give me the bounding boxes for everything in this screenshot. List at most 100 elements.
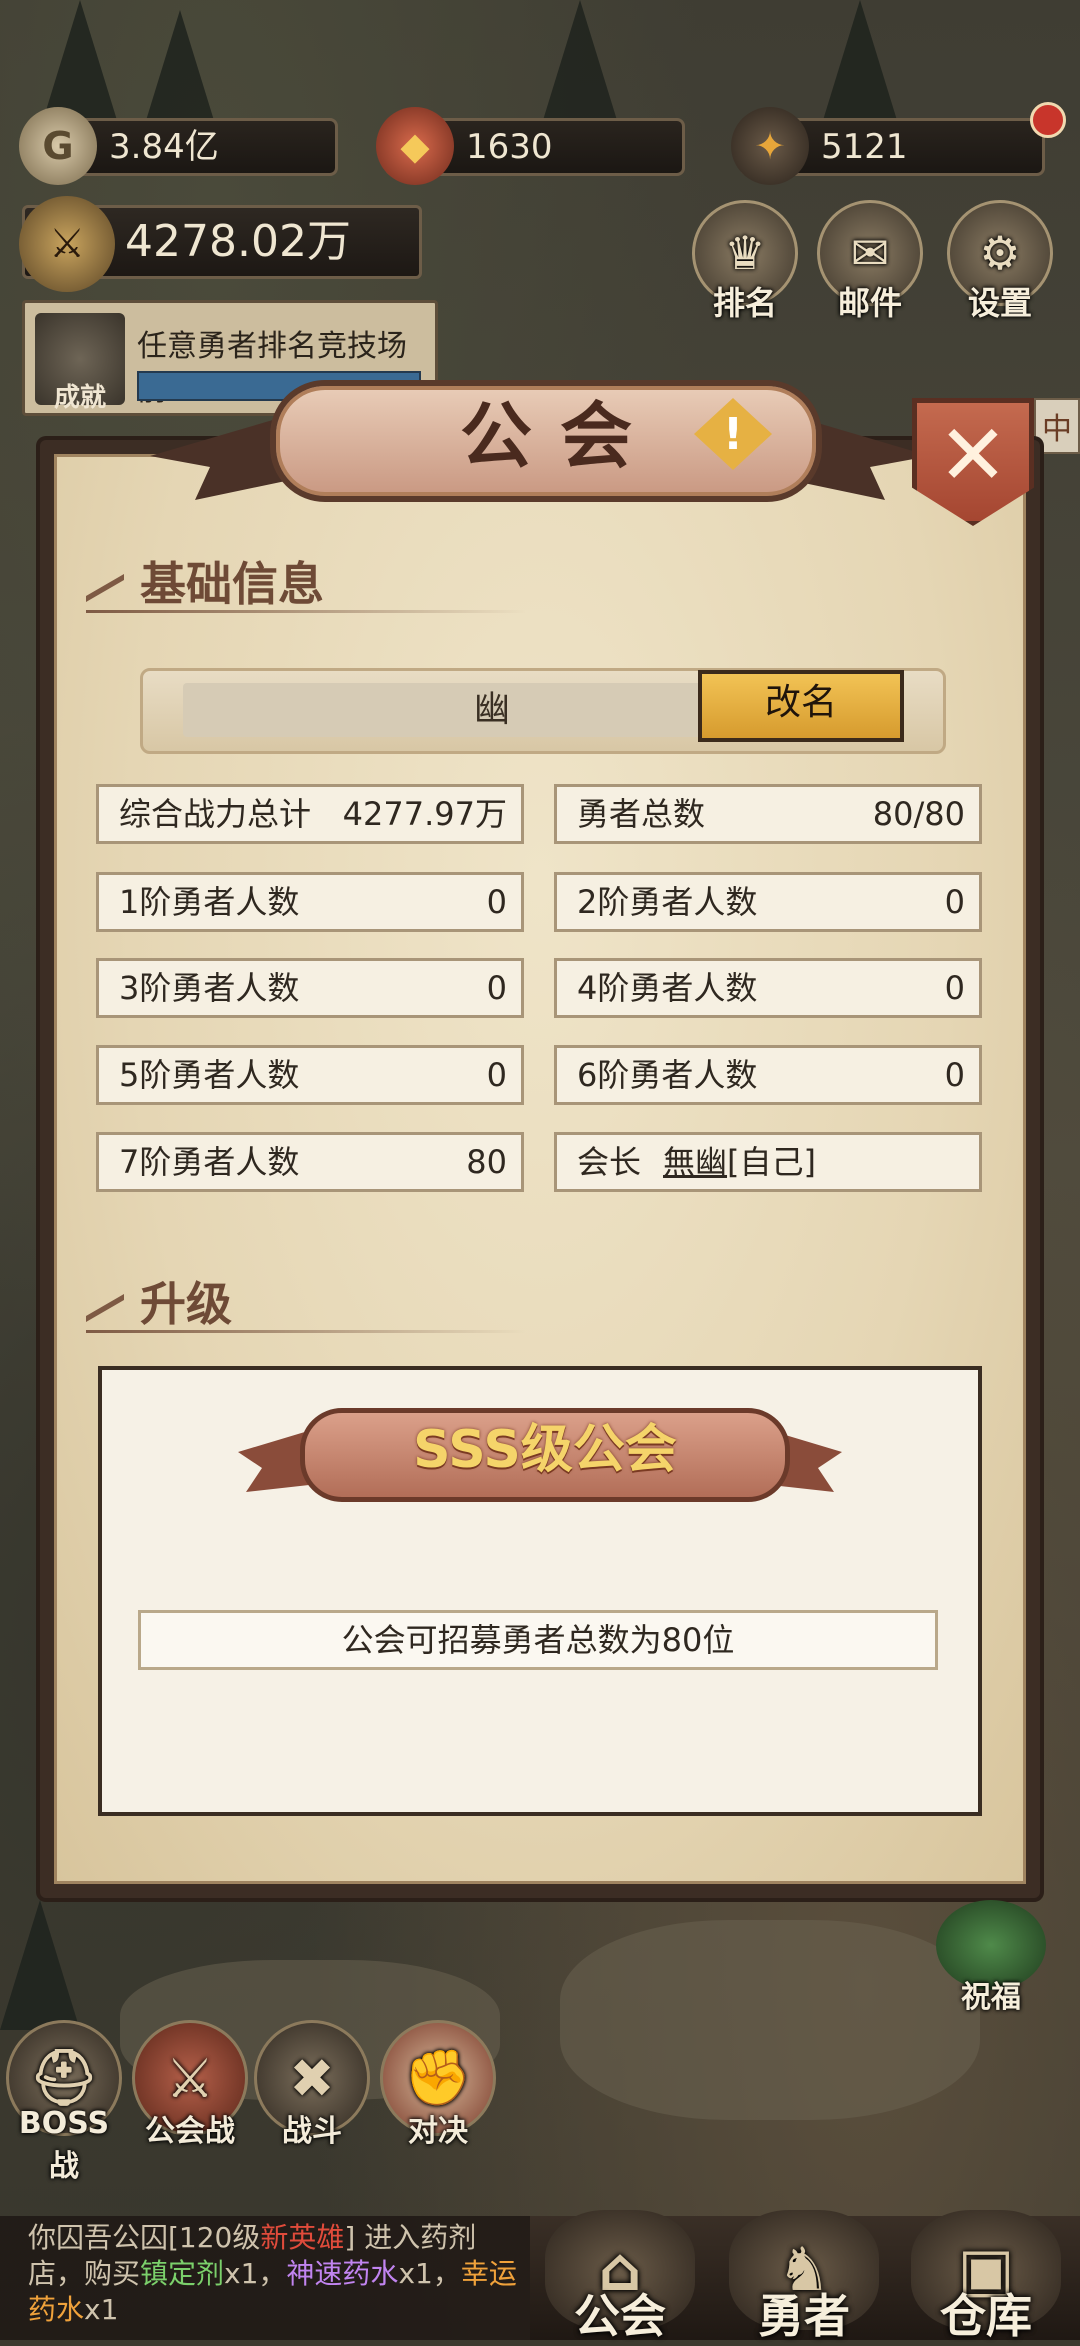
log-hero-name: 新英雄	[260, 2221, 345, 2254]
stat-tier1: 1阶勇者人数 0	[96, 872, 524, 932]
mail-label: 邮件	[837, 284, 902, 322]
tree-decoration	[0, 1900, 80, 2030]
stat-label: 2阶勇者人数	[577, 883, 758, 921]
nav-guild-label: 公会	[574, 2289, 666, 2343]
rank-label: 排名	[712, 284, 777, 322]
duel-label: 对决	[408, 2114, 468, 2149]
section-upgrade: 升级	[86, 1268, 526, 1334]
log-text: 店，购买	[28, 2257, 141, 2290]
power-value: 4278.02万	[125, 216, 351, 267]
gold-value: 3.84亿	[109, 127, 219, 167]
log-qty: x1，	[224, 2257, 287, 2290]
stat-leader: 会长 無幽[自己]	[554, 1132, 982, 1192]
gold-counter[interactable]: G 3.84亿	[19, 107, 338, 185]
stat-label: 3阶勇者人数	[119, 969, 300, 1007]
stat-value: 0	[486, 1056, 507, 1094]
section-marker-icon	[86, 1293, 124, 1322]
blessing-icon	[936, 1900, 1046, 1990]
log-text: ] 进入药剂	[344, 2221, 477, 2254]
achievement-icon: 成就	[35, 313, 125, 413]
rank-button[interactable]: ♛ 排名	[690, 200, 800, 324]
crystal-icon: ✦	[731, 107, 809, 185]
guild-war-label: 公会战	[145, 2114, 235, 2149]
event-log: 你囚吾公囚[120级新英雄] 进入药剂 店，购买镇定剂x1，神速药水x1，幸运 …	[0, 2216, 530, 2340]
stat-value: 0	[944, 883, 965, 921]
section-basic-info: 基础信息	[86, 548, 526, 614]
map-path	[560, 1920, 980, 2120]
stat-label: 7阶勇者人数	[119, 1143, 300, 1181]
shield-gem-icon: ◆	[376, 107, 454, 185]
battle-label: 战斗	[282, 2114, 342, 2149]
log-item: 镇定剂	[140, 2257, 225, 2290]
log-text: 你囚吾公囚[120级	[28, 2221, 261, 2254]
stat-value: 80/80	[872, 795, 965, 833]
settings-label: 设置	[967, 284, 1032, 322]
stat-label: 1阶勇者人数	[119, 883, 300, 921]
stat-label: 综合战力总计	[119, 795, 312, 833]
nav-warehouse-label: 仓库	[940, 2289, 1032, 2343]
coin-icon: G	[19, 107, 97, 185]
achievement-label: 成就	[53, 383, 106, 413]
rename-button[interactable]: 改名	[698, 670, 904, 742]
blessing-button[interactable]: 祝福	[926, 1900, 1056, 2016]
stat-tier6: 6阶勇者人数 0	[554, 1045, 982, 1105]
stat-value: 0	[944, 969, 965, 1007]
leader-info: 無幽[自己]	[663, 1135, 816, 1189]
stat-tier3: 3阶勇者人数 0	[96, 958, 524, 1018]
leader-suffix: [自己]	[727, 1143, 817, 1181]
guild-grade-badge: SSS级公会	[300, 1408, 790, 1502]
stat-tier7: 7阶勇者人数 80	[96, 1132, 524, 1192]
section-marker-icon	[86, 573, 124, 602]
stat-value: 80	[466, 1143, 507, 1181]
stat-label: 勇者总数	[577, 795, 706, 833]
stat-label: 6阶勇者人数	[577, 1056, 758, 1094]
stat-value: 0	[486, 969, 507, 1007]
stat-total-power: 综合战力总计 4277.97万	[96, 784, 524, 844]
log-qty: x1	[84, 2293, 119, 2326]
log-item: 幸运	[460, 2257, 517, 2290]
notification-dot	[1030, 102, 1066, 138]
section-underline	[86, 1330, 526, 1333]
crystal-value: 5121	[821, 127, 908, 167]
stat-label: 5阶勇者人数	[119, 1056, 300, 1094]
blessing-label: 祝福	[961, 1980, 1021, 2015]
boss-battle-button[interactable]: ⛑ BOSS战	[4, 2020, 124, 2185]
duel-button[interactable]: ✊ 对决	[378, 2020, 498, 2150]
stat-tier4: 4阶勇者人数 0	[554, 958, 982, 1018]
leader-label: 会长	[577, 1143, 642, 1181]
guild-war-button[interactable]: ⚔ 公会战	[130, 2020, 250, 2150]
gem-value: 1630	[466, 127, 553, 167]
nav-heroes-label: 勇者	[758, 2289, 850, 2343]
settings-button[interactable]: ⚙ 设置	[945, 200, 1055, 324]
crystal-counter[interactable]: ✦ 5121	[731, 107, 1045, 185]
stat-hero-total: 勇者总数 80/80	[554, 784, 982, 844]
side-tab[interactable]: 中	[1034, 398, 1080, 454]
total-power-display: ⚔ 4278.02万	[19, 196, 422, 292]
stat-value: 4277.97万	[342, 795, 507, 833]
section-basic-title: 基础信息	[140, 557, 324, 611]
stat-tier2: 2阶勇者人数 0	[554, 872, 982, 932]
leader-name-link[interactable]: 無幽	[663, 1143, 727, 1181]
stat-tier5: 5阶勇者人数 0	[96, 1045, 524, 1105]
log-item: 药水	[28, 2293, 85, 2326]
panel-title: 公会	[459, 394, 660, 478]
close-icon: ✕	[937, 406, 1009, 504]
nav-guild[interactable]: ⌂ 公会	[530, 2210, 710, 2346]
log-item: 神速药水	[286, 2257, 399, 2290]
mail-button[interactable]: ✉ 邮件	[815, 200, 925, 324]
log-qty: x1，	[398, 2257, 461, 2290]
tree-decoration	[820, 0, 900, 130]
nav-warehouse[interactable]: ▣ 仓库	[896, 2210, 1076, 2346]
section-underline	[86, 610, 526, 613]
battle-button[interactable]: ✖ 战斗	[252, 2020, 372, 2150]
stat-value: 0	[944, 1056, 965, 1094]
laurel-power-icon: ⚔	[19, 196, 115, 292]
recruit-capacity-text: 公会可招募勇者总数为80位	[138, 1610, 938, 1670]
section-upgrade-title: 升级	[140, 1277, 232, 1331]
nav-heroes[interactable]: ♞ 勇者	[714, 2210, 894, 2346]
gem-counter[interactable]: ◆ 1630	[376, 107, 685, 185]
boss-label: BOSS战	[18, 2106, 110, 2184]
stat-value: 0	[486, 883, 507, 921]
stat-label: 4阶勇者人数	[577, 969, 758, 1007]
tree-decoration	[540, 0, 620, 130]
